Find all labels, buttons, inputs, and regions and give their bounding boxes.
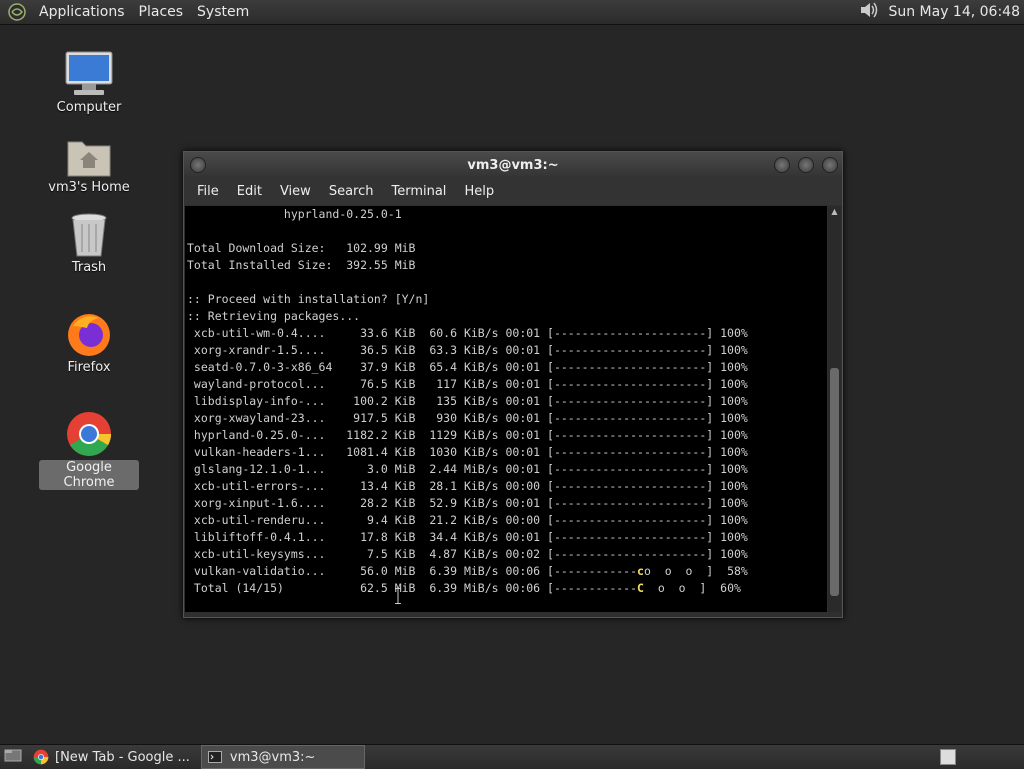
terminal-line: :: Proceed with installation? [Y/n] xyxy=(187,292,430,306)
terminal-line: hyprland-0.25.0-1 xyxy=(187,207,402,221)
terminal-text: hyprland-0.25.0-1 Total Download Size: 1… xyxy=(185,206,827,597)
window-menu-button[interactable] xyxy=(190,157,206,173)
applications-menu[interactable]: Applications xyxy=(32,4,132,20)
menu-help[interactable]: Help xyxy=(455,184,503,199)
show-desktop-icon[interactable] xyxy=(4,747,22,767)
desktop-icon-label: Computer xyxy=(56,100,122,115)
menu-edit[interactable]: Edit xyxy=(228,184,271,199)
clock[interactable]: Sun May 14, 06:48 xyxy=(880,4,1024,20)
window-titlebar[interactable]: vm3@vm3:~ xyxy=(184,152,842,178)
terminal-line: wayland-protocol... 76.5 KiB 117 KiB/s 0… xyxy=(187,377,748,391)
top-panel: Applications Places System Sun May 14, 0… xyxy=(0,0,1024,25)
terminal-line: libdisplay-info-... 100.2 KiB 135 KiB/s … xyxy=(187,394,748,408)
scroll-up-arrow-icon[interactable]: ▲ xyxy=(828,206,841,218)
pacman-progress-glyph: c xyxy=(637,564,644,578)
terminal-line: xcb-util-errors-... 13.4 KiB 28.1 KiB/s … xyxy=(187,479,748,493)
close-button[interactable] xyxy=(822,157,838,173)
terminal-line: xorg-xwayland-23... 917.5 KiB 930 KiB/s … xyxy=(187,411,748,425)
window-menubar: File Edit View Search Terminal Help xyxy=(184,178,842,205)
computer-icon xyxy=(63,46,115,98)
desktop-icon-label: Firefox xyxy=(67,360,111,375)
scrollbar-thumb[interactable] xyxy=(830,368,839,596)
trash-icon xyxy=(63,206,115,258)
menu-terminal[interactable]: Terminal xyxy=(382,184,455,199)
desktop-icon-firefox[interactable]: Firefox xyxy=(39,306,139,375)
terminal-line: libliftoff-0.4.1... 17.8 KiB 34.4 KiB/s … xyxy=(187,530,748,544)
bottom-panel: [New Tab - Google ... vm3@vm3:~ xyxy=(0,744,1024,769)
terminal-line: xorg-xinput-1.6.... 28.2 KiB 52.9 KiB/s … xyxy=(187,496,748,510)
terminal-scrollbar[interactable]: ▲ xyxy=(828,206,841,612)
terminal-line: xcb-util-keysyms... 7.5 KiB 4.87 KiB/s 0… xyxy=(187,547,748,561)
terminal-line: seatd-0.7.0-3-x86_64 37.9 KiB 65.4 KiB/s… xyxy=(187,360,748,374)
gnome-foot-icon[interactable] xyxy=(6,1,28,23)
terminal-line: vulkan-validatio... 56.0 MiB 6.39 MiB/s … xyxy=(187,564,748,578)
places-menu[interactable]: Places xyxy=(132,4,191,20)
terminal-line: Total Installed Size: 392.55 MiB xyxy=(187,258,416,272)
terminal-line: xorg-xrandr-1.5.... 36.5 KiB 63.3 KiB/s … xyxy=(187,343,748,357)
desktop-icon-trash[interactable]: Trash xyxy=(39,206,139,275)
desktop-icon-chrome[interactable]: Google Chrome xyxy=(39,406,139,490)
home-folder-icon xyxy=(63,126,115,178)
menu-file[interactable]: File xyxy=(188,184,228,199)
desktop-icon-label: Google Chrome xyxy=(39,460,139,490)
taskbar-item-label: vm3@vm3:~ xyxy=(229,749,316,765)
terminal-line: xcb-util-renderu... 9.4 KiB 21.2 KiB/s 0… xyxy=(187,513,748,527)
terminal-line: Total Download Size: 102.99 MiB xyxy=(187,241,416,255)
terminal-line: xcb-util-wm-0.4.... 33.6 KiB 60.6 KiB/s … xyxy=(187,326,748,340)
desktop-icon-label: vm3's Home xyxy=(48,180,130,195)
terminal-icon xyxy=(207,751,222,763)
text-cursor-icon xyxy=(395,588,401,604)
system-menu[interactable]: System xyxy=(190,4,256,20)
desktop-icon-home[interactable]: vm3's Home xyxy=(39,126,139,195)
taskbar-item-chrome[interactable]: [New Tab - Google ... xyxy=(26,745,197,769)
chrome-icon xyxy=(63,406,115,458)
volume-icon[interactable] xyxy=(858,0,880,24)
firefox-icon xyxy=(63,306,115,358)
window-title: vm3@vm3:~ xyxy=(467,157,559,173)
terminal-line: hyprland-0.25.0-... 1182.2 KiB 1129 KiB/… xyxy=(187,428,748,442)
pacman-progress-glyph: C xyxy=(637,581,644,595)
maximize-button[interactable] xyxy=(798,157,814,173)
taskbar-item-terminal[interactable]: vm3@vm3:~ xyxy=(200,745,365,769)
terminal-line: vulkan-headers-1... 1081.4 KiB 1030 KiB/… xyxy=(187,445,748,459)
menu-search[interactable]: Search xyxy=(320,184,383,199)
terminal-line: Total (14/15) 62.5 MiB 6.39 MiB/s 00:06 … xyxy=(187,581,741,595)
desktop-icon-label: Trash xyxy=(71,260,107,275)
terminal-output[interactable]: hyprland-0.25.0-1 Total Download Size: 1… xyxy=(185,206,827,612)
minimize-button[interactable] xyxy=(774,157,790,173)
terminal-line: :: Retrieving packages... xyxy=(187,309,361,323)
terminal-line: glslang-12.1.0-1... 3.0 MiB 2.44 MiB/s 0… xyxy=(187,462,748,476)
taskbar-item-label: [New Tab - Google ... xyxy=(55,749,190,765)
desktop-icon-computer[interactable]: Computer xyxy=(39,46,139,115)
chrome-icon xyxy=(33,749,49,765)
workspace-switcher[interactable] xyxy=(940,749,956,765)
menu-view[interactable]: View xyxy=(271,184,320,199)
terminal-window[interactable]: vm3@vm3:~ File Edit View Search Terminal… xyxy=(183,151,843,618)
